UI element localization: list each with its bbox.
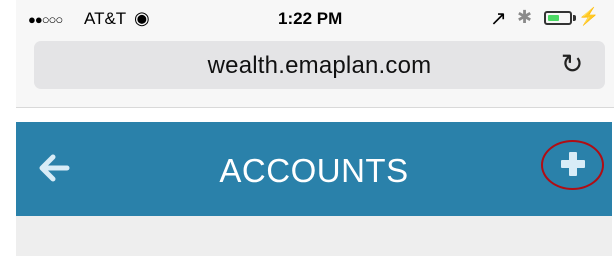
navigation-bar: ACCOUNTS [16,122,612,216]
wifi-icon: ◉ [134,8,150,28]
reload-icon[interactable]: ↻ [557,49,587,79]
charging-bolt-icon: ⚡ [578,7,600,26]
address-bar[interactable]: wealth.emaplan.com ↻ [34,41,605,89]
status-bar: ●●○○○ AT&T ◉ 1:22 PM ↗ ✱ ⚡ [16,0,614,36]
highlight-circle [541,140,604,190]
bluetooth-icon: ✱ [517,7,533,27]
page-title: ACCOUNTS [219,152,409,189]
add-account-button[interactable] [541,140,604,190]
battery-icon [544,11,572,25]
browser-toolbar: wealth.emaplan.com ↻ [16,36,614,108]
content-area [16,216,612,256]
signal-strength: ●●○○○ [28,12,63,27]
carrier-name: AT&T [84,9,127,28]
battery-level [548,15,559,21]
status-time: 1:22 PM [278,9,343,28]
url-text[interactable]: wealth.emaplan.com [34,52,605,80]
battery-tip [573,15,576,21]
location-arrow-icon: ↗ [490,8,507,30]
